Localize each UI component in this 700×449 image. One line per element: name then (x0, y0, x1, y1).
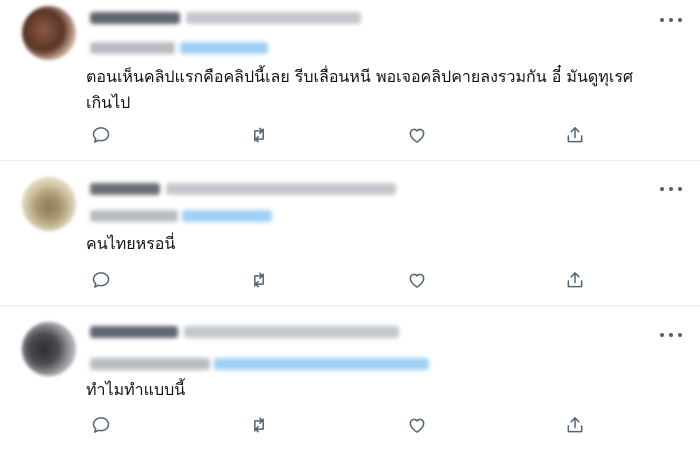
retweet-button[interactable] (246, 122, 272, 148)
avatar[interactable] (22, 322, 76, 376)
username-blurred (90, 183, 160, 195)
share-icon (567, 272, 583, 288)
retweet-button[interactable] (246, 412, 272, 438)
more-options-button[interactable] (660, 328, 682, 342)
retweet-icon (254, 417, 264, 433)
handle-blurred (184, 326, 399, 338)
like-icon (409, 128, 425, 143)
more-options-button[interactable] (660, 182, 682, 196)
like-button[interactable] (404, 267, 430, 293)
reply-to-link-blurred (214, 358, 429, 370)
username-blurred (90, 326, 178, 338)
like-button[interactable] (404, 412, 430, 438)
retweet-icon (254, 127, 264, 143)
share-icon (567, 127, 583, 143)
more-options-button[interactable] (660, 13, 682, 27)
avatar[interactable] (22, 177, 76, 231)
reply-to-blurred (90, 210, 178, 222)
tweet-3[interactable]: ทำไมทำแบบนี้ (0, 306, 700, 449)
reply-to-link-blurred (180, 42, 268, 54)
like-icon (409, 418, 425, 433)
avatar[interactable] (22, 6, 76, 60)
retweet-icon (254, 272, 264, 288)
share-icon (567, 417, 583, 433)
tweet-actions (84, 412, 604, 438)
reply-icon (92, 127, 110, 143)
tweet-2[interactable]: คนไทยหรอนี่ (0, 161, 700, 305)
reply-icon (92, 272, 110, 288)
like-icon (409, 273, 425, 288)
retweet-button[interactable] (246, 267, 272, 293)
share-button[interactable] (562, 412, 588, 438)
share-button[interactable] (562, 267, 588, 293)
share-button[interactable] (562, 122, 588, 148)
reply-to-blurred (90, 42, 175, 54)
tweet-text: ตอนเห็นคลิปแรกคือคลิปนี้เลย รีบเลื่อนหนี… (86, 67, 634, 112)
tweet-actions (84, 122, 604, 148)
like-button[interactable] (404, 122, 430, 148)
reply-button[interactable] (88, 412, 114, 438)
tweet-text: คนไทยหรอนี่ (86, 234, 176, 253)
tweet-1[interactable]: ตอนเห็นคลิปแรกคือคลิปนี้เลย รีบเลื่อนหนี… (0, 0, 700, 160)
reply-button[interactable] (88, 267, 114, 293)
reply-to-link-blurred (182, 210, 272, 222)
tweet-actions (84, 267, 604, 293)
reply-to-blurred (90, 358, 210, 370)
reply-icon (92, 417, 110, 433)
handle-blurred (166, 183, 396, 195)
handle-blurred (186, 12, 361, 24)
username-blurred (90, 12, 180, 24)
tweet-text: ทำไมทำแบบนี้ (86, 380, 186, 399)
reply-button[interactable] (88, 122, 114, 148)
